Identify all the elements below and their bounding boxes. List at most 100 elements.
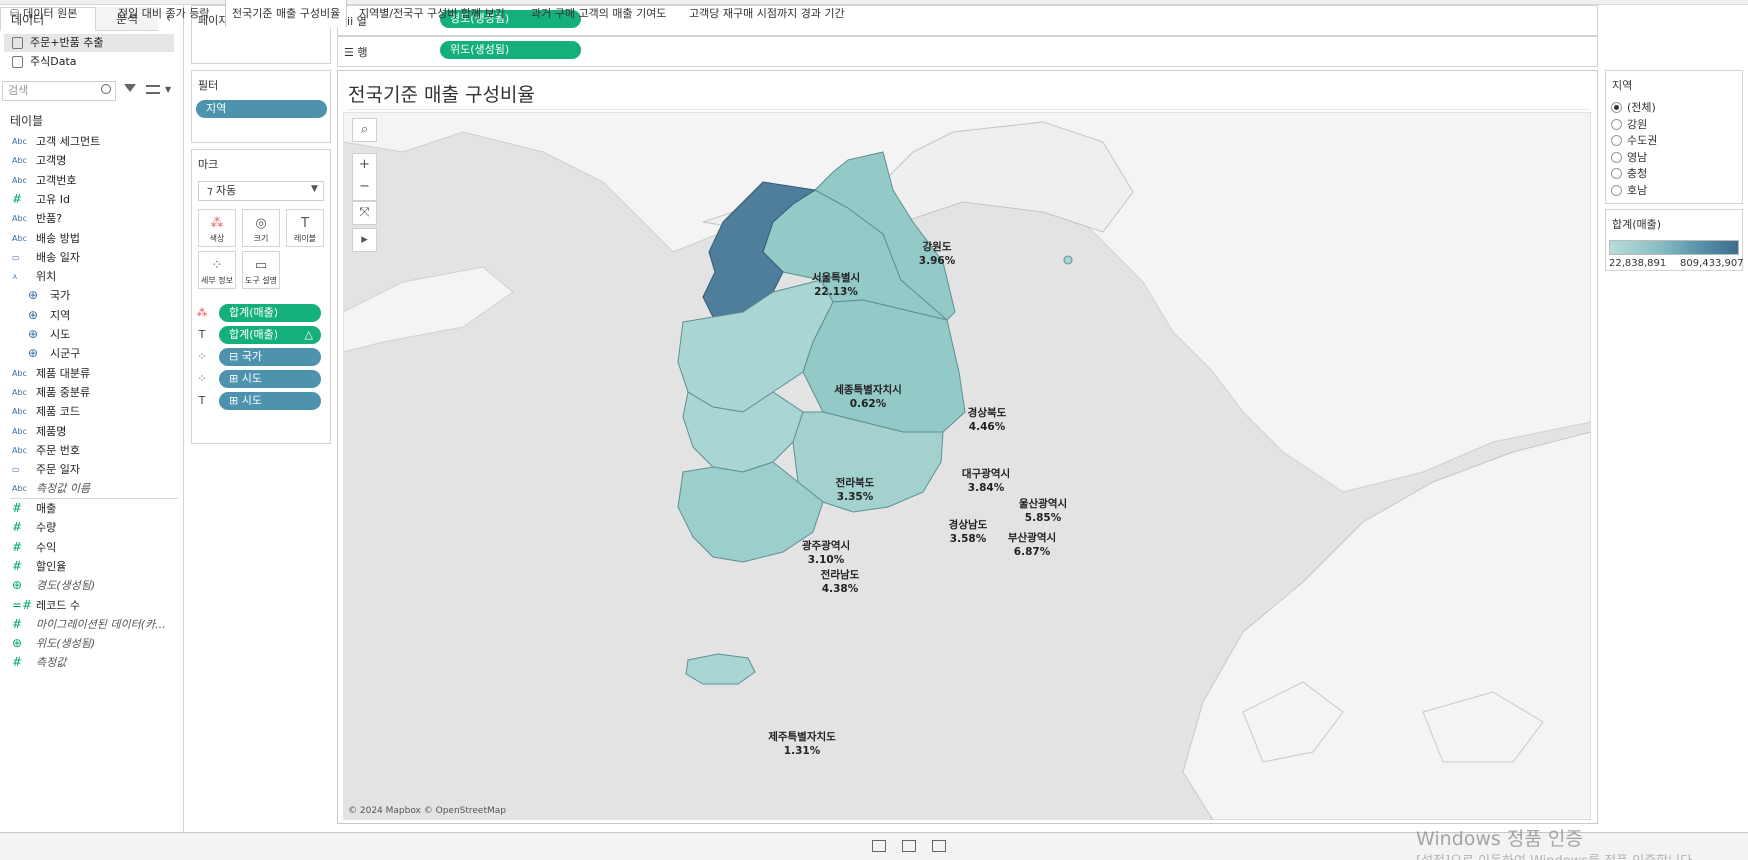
size-button[interactable]: ◎ 크기 (242, 209, 280, 247)
land-shandong (343, 266, 514, 353)
field-type-icon: # (12, 539, 23, 554)
mark-pill-detail-province[interactable]: ⊞ 시도 (219, 370, 321, 388)
field-name: 국가 (50, 289, 71, 303)
region-name: 부산광역시 (1007, 532, 1057, 544)
mark-pill-detail-country[interactable]: ⊟ 국가 (219, 348, 321, 366)
zoom-out-icon[interactable]: − (353, 176, 376, 198)
field-item[interactable]: # 수량 (0, 518, 184, 537)
field-item[interactable]: ⊕ 위도(생성됨) (0, 634, 184, 653)
chevron-down-icon[interactable]: ▼ (311, 184, 318, 194)
tooltip-button[interactable]: ▭ 도구 설명 (242, 251, 280, 289)
sheet-tab[interactable]: 과거 구매 고객의 매출 기여도 (525, 0, 672, 27)
field-item[interactable]: Abc 제품 대분류 (0, 364, 184, 383)
map-canvas[interactable] (343, 112, 1591, 820)
field-type-icon: Abc (12, 368, 27, 378)
region-share: 22.13% (814, 286, 858, 298)
filter-pill-region[interactable]: 지역 (196, 100, 327, 118)
field-item[interactable]: ⊕ 경도(생성됨) (0, 576, 184, 595)
field-type-icon: Abc (12, 175, 27, 185)
region-jeju[interactable] (685, 653, 756, 685)
field-item[interactable]: =# 레코드 수 (0, 596, 184, 615)
field-item[interactable]: ⊕ 지역 (0, 306, 184, 325)
sheet-tab[interactable]: 고객당 재구매 시점까지 경과 기간 (683, 0, 851, 27)
region-name: 경상북도 (967, 407, 1007, 419)
field-name: 마이그레이션된 데이터(카... (36, 617, 166, 631)
field-name: 제품 중분류 (36, 385, 91, 399)
rows-pill-latitude[interactable]: 위도(생성됨) (440, 41, 581, 59)
field-type-icon: # (12, 655, 23, 670)
field-search-input[interactable]: 검색 (2, 81, 116, 101)
field-item[interactable]: Abc 제품명 (0, 422, 184, 441)
sheet-tab[interactable]: 지역별/전국구 구성비 함께 보기 (353, 0, 511, 27)
radio-icon (1611, 151, 1622, 163)
datasource-item[interactable]: 주문+반품 추출 (4, 34, 174, 52)
region-option[interactable]: 호남 (1611, 183, 1647, 199)
search-icon[interactable] (101, 84, 111, 94)
search-map-icon[interactable]: ⌕ (352, 118, 377, 142)
region-option[interactable]: 충청 (1611, 166, 1647, 182)
field-item[interactable]: # 할인율 (0, 557, 184, 576)
region-option[interactable]: 수도권 (1611, 133, 1657, 149)
field-name: 주문 일자 (36, 463, 80, 477)
region-label: 제주특별자치도 1.31% (752, 730, 852, 758)
mark-pill-label: 시도 (241, 394, 262, 407)
label-button[interactable]: T 레이블 (286, 209, 324, 247)
field-type-icon: # (12, 558, 23, 573)
reset-map-icon[interactable]: ⤧ (352, 201, 377, 225)
datasource-item[interactable]: 주식Data (4, 53, 174, 71)
field-item[interactable]: Abc 배송 방법 (0, 229, 184, 248)
field-item[interactable]: ▭ 주문 일자 (0, 460, 184, 479)
region-option[interactable]: (전체) (1611, 100, 1656, 116)
tooltip-label: 도구 설명 (245, 276, 277, 285)
color-min-label: 22,838,891 (1609, 258, 1667, 269)
field-name: 고객 세그먼트 (36, 135, 101, 148)
field-item[interactable]: # 매출 (0, 499, 184, 518)
field-item[interactable]: ⊕ 시군구 (0, 344, 184, 363)
region-share: 3.10% (807, 554, 845, 566)
detail-button[interactable]: ⁘ 세부 정보 (198, 251, 236, 289)
mark-pill-label-province[interactable]: ⊞ 시도 (219, 392, 321, 410)
field-item[interactable]: # 고유 Id (0, 190, 184, 209)
sheet-tab[interactable]: 전일 대비 종가 등락 (112, 0, 215, 27)
field-item[interactable]: Abc 제품 중분류 (0, 383, 184, 402)
field-name: 레코드 수 (36, 598, 80, 612)
field-item[interactable]: ⊕ 시도 (0, 325, 184, 344)
field-item[interactable]: # 마이그레이션된 데이터(카... (0, 615, 184, 634)
region-option-label: 호남 (1627, 183, 1648, 197)
mark-type-select[interactable]: ⁊ 자동 (198, 181, 324, 201)
datasource-tab[interactable]: ⛁ 데이터 원본 (4, 0, 83, 27)
field-item[interactable]: Abc 고객번호 (0, 171, 184, 190)
title-divider (348, 109, 1590, 110)
field-item[interactable]: Abc 주문 번호 (0, 441, 184, 460)
label-icon: T (301, 216, 309, 231)
field-item[interactable]: ⊕ 국가 (0, 286, 184, 305)
color-button[interactable]: ⁂ 색상 (198, 209, 236, 247)
field-item[interactable]: Abc 고객 세그먼트 (0, 132, 184, 151)
mark-pill-color-sales[interactable]: 합계(매출) (219, 304, 321, 322)
new-story-icon[interactable] (932, 840, 946, 852)
field-item[interactable]: Abc 제품 코드 (0, 402, 184, 421)
sheet-tab[interactable]: 전국기준 매출 구성비율 (225, 0, 348, 27)
mark-pill-label-sales[interactable]: 합계(매출) △ (219, 326, 321, 344)
rows-icon: ☰ (344, 46, 358, 59)
view-toggle-icon[interactable] (146, 85, 160, 94)
field-item[interactable]: Abc 측정값 이름 (0, 479, 184, 498)
field-item[interactable]: # 수익 (0, 538, 184, 557)
map-view[interactable] (343, 112, 1591, 820)
label-label: 레이블 (293, 234, 317, 243)
filter-icon[interactable] (124, 84, 136, 92)
field-item[interactable]: ▭ 배송 일자 (0, 248, 184, 267)
region-option[interactable]: 강원 (1611, 117, 1647, 133)
play-map-icon[interactable]: ▸ (352, 228, 377, 252)
field-name: 위도(생성됨) (36, 637, 96, 651)
new-dashboard-icon[interactable] (902, 840, 916, 852)
field-name: 경도(생성됨) (36, 579, 96, 593)
region-option[interactable]: 영남 (1611, 150, 1647, 166)
field-item[interactable]: Abc 반품? (0, 209, 184, 228)
zoom-in-icon[interactable]: + (353, 154, 376, 176)
field-item[interactable]: ⋏ 위치 (0, 267, 184, 286)
field-item[interactable]: # 측정값 (0, 653, 184, 672)
new-worksheet-icon[interactable] (872, 840, 886, 852)
chevron-down-icon[interactable]: ▼ (165, 85, 171, 94)
field-item[interactable]: Abc 고객명 (0, 151, 184, 170)
